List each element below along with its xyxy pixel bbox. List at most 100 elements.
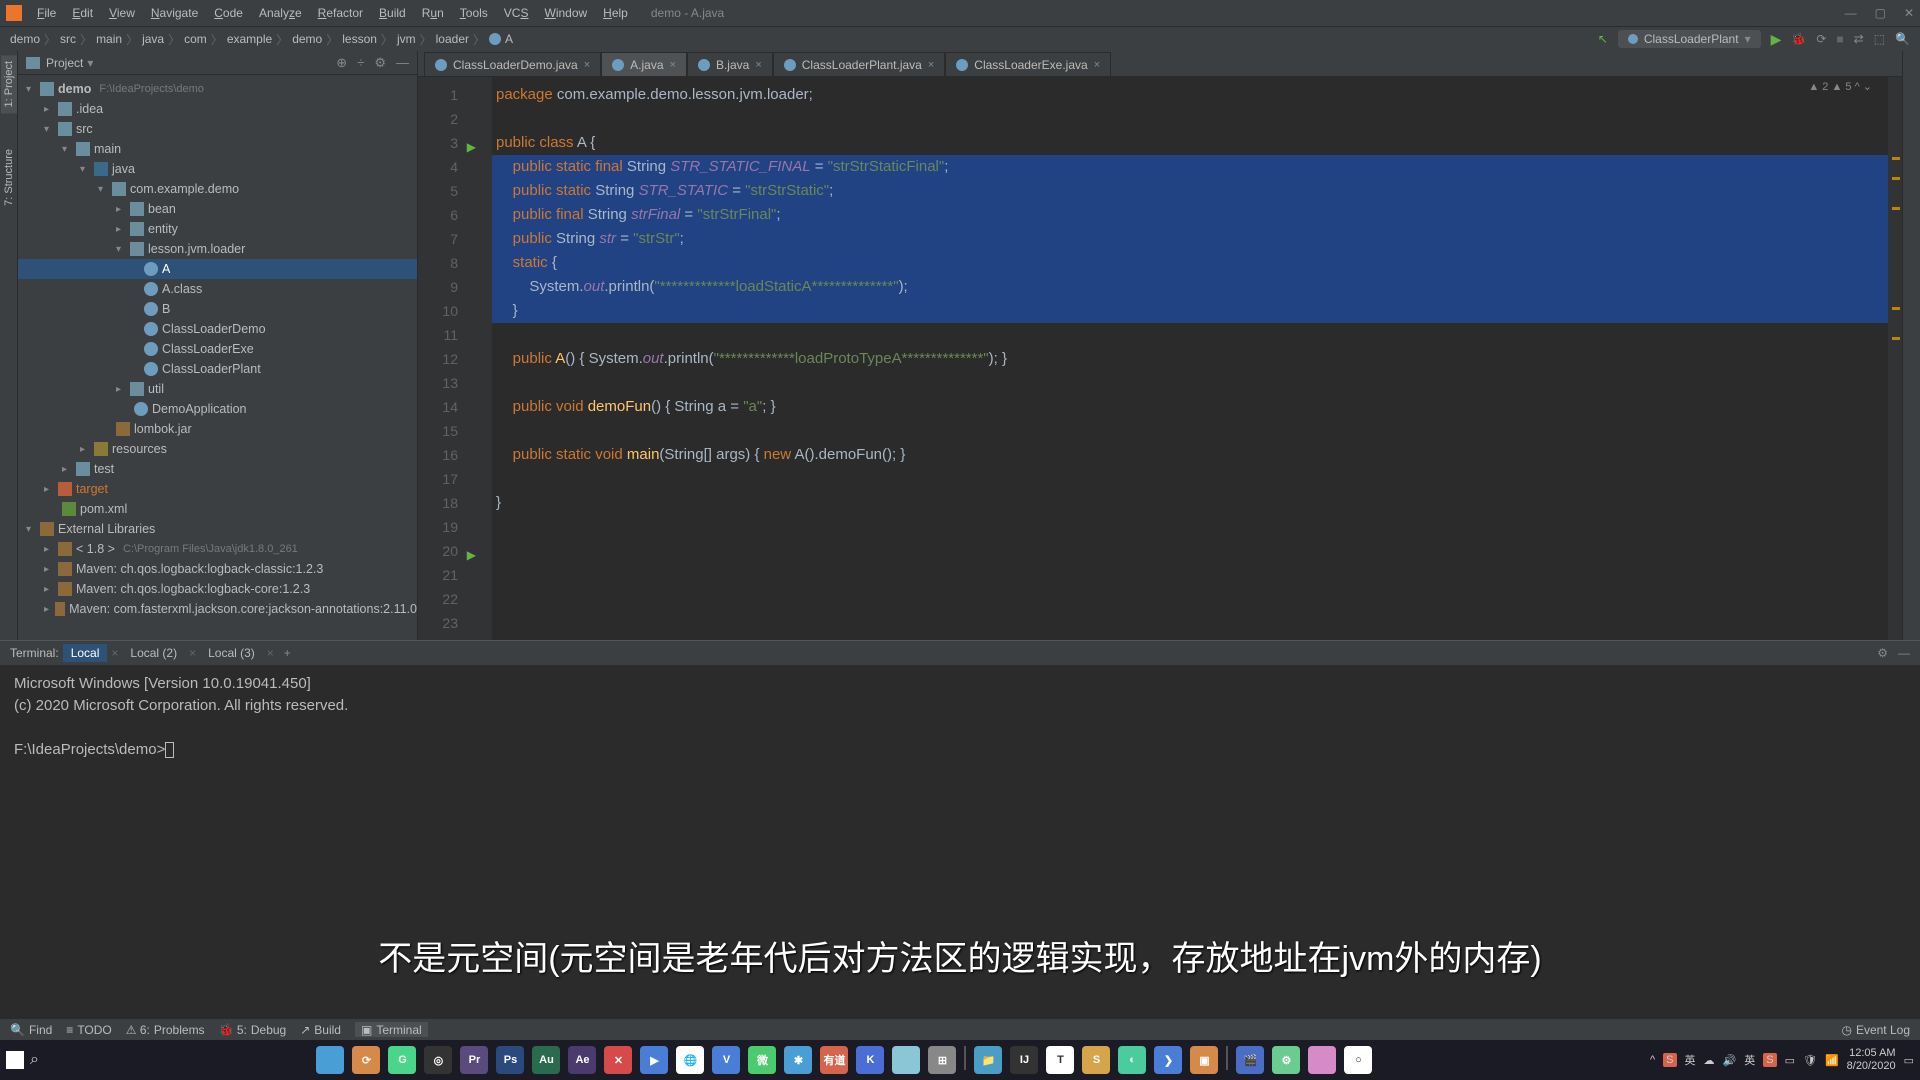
windows-search-icon[interactable]: ⌕ bbox=[30, 1051, 39, 1069]
bc-loader[interactable]: loader bbox=[436, 32, 469, 46]
app-icon[interactable]: V bbox=[712, 1046, 740, 1074]
run-coverage-icon[interactable]: ⟳ bbox=[1816, 32, 1826, 46]
tab-close-icon[interactable]: × bbox=[670, 59, 676, 71]
app-icon[interactable]: Pr bbox=[460, 1046, 488, 1074]
term-tab-local2[interactable]: Local (2) bbox=[122, 644, 185, 662]
menu-build[interactable]: Build bbox=[372, 3, 413, 23]
app-icon[interactable]: Ae bbox=[568, 1046, 596, 1074]
collapse-icon[interactable]: ⊕ bbox=[336, 55, 347, 71]
volume-icon[interactable]: 🔊 bbox=[1723, 1054, 1737, 1067]
taskbar-clock[interactable]: 12:05 AM8/20/2020 bbox=[1847, 1047, 1896, 1073]
app-icon[interactable]: ⊞ bbox=[928, 1046, 956, 1074]
app-icon[interactable]: S bbox=[1082, 1046, 1110, 1074]
tool-find[interactable]: 🔍 Find bbox=[10, 1023, 52, 1037]
app-icon[interactable]: ⟳ bbox=[352, 1046, 380, 1074]
app-icon[interactable]: 微 bbox=[748, 1046, 776, 1074]
app-icon[interactable]: K bbox=[856, 1046, 884, 1074]
tab-project[interactable]: 1: Project bbox=[1, 55, 17, 113]
cloud-icon[interactable]: ☁ bbox=[1704, 1054, 1715, 1067]
tab-classloaderexe[interactable]: ClassLoaderExe.java× bbox=[945, 52, 1111, 76]
terminal-output[interactable]: Microsoft Windows [Version 10.0.19041.45… bbox=[0, 665, 1920, 1025]
windows-start-icon[interactable] bbox=[6, 1051, 24, 1069]
gear-icon[interactable]: ⚙ bbox=[374, 55, 386, 71]
new-terminal-icon[interactable]: + bbox=[278, 646, 297, 660]
bc-a[interactable]: A bbox=[489, 32, 513, 46]
ime-indicator[interactable]: 英 bbox=[1685, 1052, 1696, 1068]
menu-analyze[interactable]: Analyze bbox=[252, 3, 309, 23]
bc-java[interactable]: java bbox=[142, 32, 164, 46]
app-icon[interactable]: ✱ bbox=[784, 1046, 812, 1074]
run-icon[interactable]: ▶ bbox=[1771, 31, 1782, 48]
app-icon[interactable]: 🎬 bbox=[1236, 1046, 1264, 1074]
network-icon[interactable]: 📶 bbox=[1825, 1054, 1839, 1067]
tab-structure[interactable]: 7: Structure bbox=[1, 143, 17, 212]
term-tab-local3[interactable]: Local (3) bbox=[200, 644, 263, 662]
app-icon[interactable]: ◎ bbox=[424, 1046, 452, 1074]
menu-help[interactable]: Help bbox=[596, 3, 635, 23]
menu-refactor[interactable]: Refactor bbox=[311, 3, 370, 23]
hide-icon[interactable]: — bbox=[396, 55, 409, 71]
app-icon[interactable]: 有道 bbox=[820, 1046, 848, 1074]
bc-demo2[interactable]: demo bbox=[292, 32, 322, 46]
maximize-icon[interactable]: ▢ bbox=[1875, 6, 1886, 20]
app-icon[interactable]: G bbox=[388, 1046, 416, 1074]
tab-classloaderdemo[interactable]: ClassLoaderDemo.java× bbox=[424, 52, 601, 76]
menu-navigate[interactable]: Navigate bbox=[144, 3, 205, 23]
app-icon[interactable]: ◐ bbox=[1118, 1046, 1146, 1074]
tool-build[interactable]: ↗ Build bbox=[300, 1023, 341, 1037]
run-config-dropdown[interactable]: ClassLoaderPlant ▾ bbox=[1618, 30, 1761, 48]
ime-icon[interactable]: 英 bbox=[1744, 1052, 1755, 1068]
notification-icon[interactable]: ▭ bbox=[1904, 1054, 1914, 1067]
minimize-icon[interactable]: — bbox=[1845, 6, 1857, 20]
menu-code[interactable]: Code bbox=[207, 3, 250, 23]
tab-close-icon[interactable]: × bbox=[928, 59, 934, 71]
tool-terminal[interactable]: ▣ Terminal bbox=[355, 1022, 428, 1038]
tool-eventlog[interactable]: ◷ Event Log bbox=[1841, 1023, 1910, 1037]
tray-up-icon[interactable]: ^ bbox=[1650, 1054, 1655, 1066]
app-icon[interactable]: ⚙ bbox=[1272, 1046, 1300, 1074]
inspection-widget[interactable]: ▲ 2 ▲ 5 ^ ⌄ bbox=[1798, 79, 1882, 94]
search-icon[interactable]: ⬚ bbox=[1874, 32, 1885, 46]
app-icon[interactable]: IJ bbox=[1010, 1046, 1038, 1074]
debug-icon[interactable]: 🐞 bbox=[1791, 32, 1806, 46]
menu-tools[interactable]: Tools bbox=[453, 3, 495, 23]
bc-lesson[interactable]: lesson bbox=[342, 32, 377, 46]
project-label[interactable]: Project bbox=[46, 56, 83, 70]
build-icon[interactable]: ↖ bbox=[1598, 32, 1608, 46]
tab-b[interactable]: B.java× bbox=[687, 52, 773, 76]
tool-todo[interactable]: ≡ TODO bbox=[66, 1023, 111, 1037]
system-tray[interactable]: ^ S 英 ☁ 🔊 英 S ▭ 🛡 📶 12:05 AM8/20/2020 ▭ bbox=[1650, 1047, 1914, 1073]
app-icon[interactable]: Au bbox=[532, 1046, 560, 1074]
app-icon[interactable] bbox=[1308, 1046, 1336, 1074]
app-icon[interactable]: 📁 bbox=[974, 1046, 1002, 1074]
tab-classloaderplant[interactable]: ClassLoaderPlant.java× bbox=[773, 52, 946, 76]
hide-icon[interactable]: — bbox=[1898, 646, 1910, 660]
bc-com[interactable]: com bbox=[184, 32, 207, 46]
bc-jvm[interactable]: jvm bbox=[397, 32, 416, 46]
bc-src[interactable]: src bbox=[60, 32, 76, 46]
term-tab-local[interactable]: Local bbox=[63, 644, 108, 662]
app-icon[interactable]: ▶ bbox=[640, 1046, 668, 1074]
bc-demo[interactable]: demo bbox=[10, 32, 40, 46]
app-icon[interactable] bbox=[892, 1046, 920, 1074]
mail-icon[interactable]: ▭ bbox=[1785, 1054, 1795, 1067]
find-icon[interactable]: 🔍 bbox=[1895, 32, 1910, 46]
app-icon[interactable]: ❯ bbox=[1154, 1046, 1182, 1074]
menu-run[interactable]: Run bbox=[415, 3, 451, 23]
shield-icon[interactable]: 🛡 bbox=[1803, 1054, 1817, 1067]
close-icon[interactable]: ✕ bbox=[1904, 6, 1914, 20]
tab-close-icon[interactable]: × bbox=[1094, 59, 1100, 71]
tab-a[interactable]: A.java× bbox=[601, 52, 687, 76]
tab-close-icon[interactable]: × bbox=[584, 59, 590, 71]
menu-vcs[interactable]: VCS bbox=[497, 3, 536, 23]
expand-icon[interactable]: ÷ bbox=[357, 55, 364, 71]
stop-icon[interactable]: ■ bbox=[1836, 32, 1843, 46]
menu-window[interactable]: Window bbox=[537, 3, 594, 23]
app-icon[interactable]: Ps bbox=[496, 1046, 524, 1074]
app-icon[interactable]: T bbox=[1046, 1046, 1074, 1074]
app-icon[interactable]: ○ bbox=[1344, 1046, 1372, 1074]
app-icon[interactable] bbox=[316, 1046, 344, 1074]
menu-file[interactable]: File bbox=[30, 3, 63, 23]
app-icon[interactable]: ▣ bbox=[1190, 1046, 1218, 1074]
tool-problems[interactable]: ⚠ 6: Problems bbox=[126, 1023, 205, 1037]
